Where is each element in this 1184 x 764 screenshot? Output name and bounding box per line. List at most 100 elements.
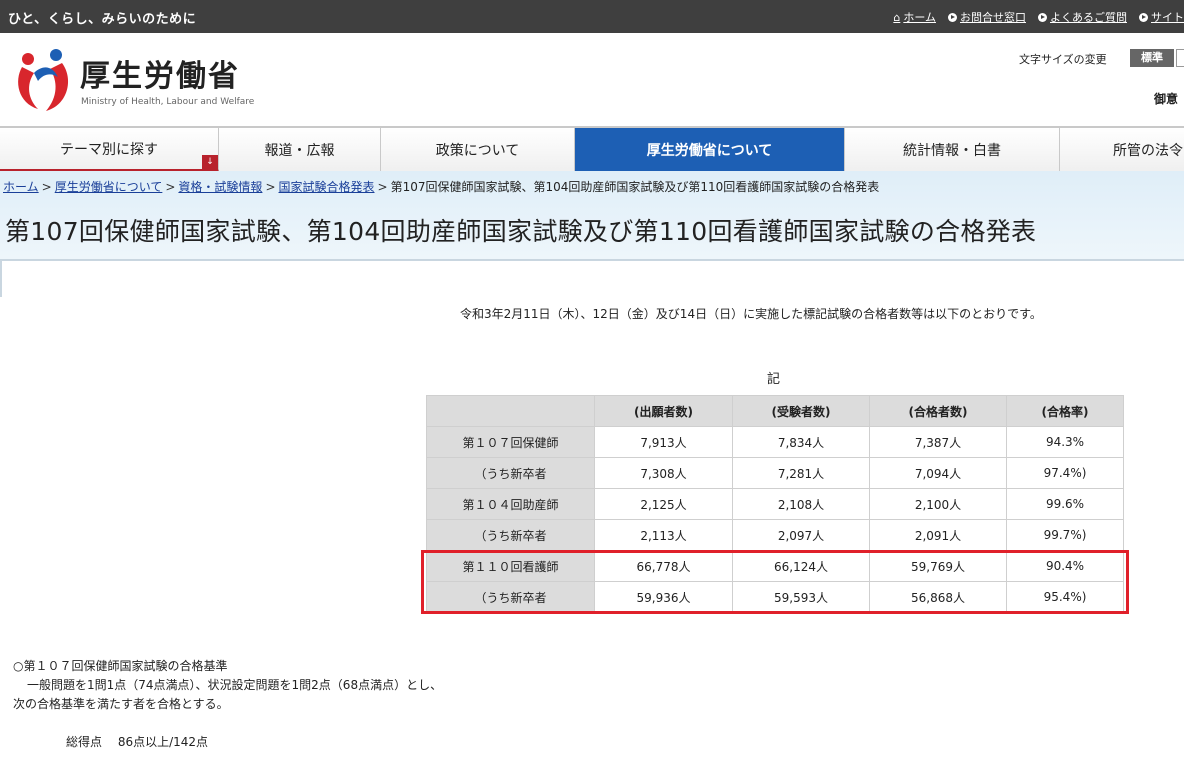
- top-link-contact[interactable]: お問合せ窓口: [948, 9, 1026, 25]
- font-size-label: 文字サイズの変更: [1019, 53, 1107, 66]
- ki-label: 記: [767, 372, 781, 387]
- breadcrumb-current: 第107回保健師国家試験、第104回助産師国家試験及び第110回看護師国家試験の…: [390, 180, 880, 194]
- cell-passers: 7,094人: [869, 457, 1007, 489]
- breadcrumb-about[interactable]: 厚生労働省について: [55, 180, 163, 194]
- table-header-pass-rate: (合格率): [1006, 395, 1124, 427]
- cell-examinees: 59,593人: [732, 581, 870, 613]
- nav-laws[interactable]: 所管の法令: [1060, 128, 1184, 172]
- nav-statistics-label: 統計情報・白書: [903, 143, 1001, 159]
- table-header-passers: (合格者数): [869, 395, 1007, 427]
- row-label: （うち新卒者: [426, 457, 595, 489]
- table-header-empty: [426, 395, 595, 427]
- nav-statistics[interactable]: 統計情報・白書: [845, 128, 1060, 172]
- arrow-circle-icon: [1139, 12, 1148, 22]
- arrow-circle-icon: [1038, 12, 1047, 22]
- cell-applicants: 7,913人: [594, 426, 733, 458]
- table-row: （うち新卒者 2,113人 2,097人 2,091人 99.7%): [426, 519, 1124, 551]
- cell-passers: 2,100人: [869, 488, 1007, 520]
- top-link-contact-label: お問合せ窓口: [960, 11, 1026, 24]
- breadcrumb-qualification[interactable]: 資格・試験情報: [178, 180, 262, 194]
- nav-theme-label: テーマ別に探す: [60, 141, 158, 158]
- cell-pass-rate: 95.4%): [1006, 581, 1124, 613]
- nav-about-label: 厚生労働省について: [646, 143, 773, 159]
- criteria-block: ○第１０７回保健師国家試験の合格基準 一般問題を1問1点（74点満点）、状況設定…: [13, 657, 442, 714]
- table-row: （うち新卒者 59,936人 59,593人 56,868人 95.4%): [426, 581, 1124, 613]
- cell-passers: 56,868人: [869, 581, 1007, 613]
- nav-press[interactable]: 報道・広報: [219, 128, 381, 172]
- cell-examinees: 2,108人: [732, 488, 870, 520]
- global-nav: テーマ別に探す ↓ 報道・広報 政策について 厚生労働省について 統計情報・白書…: [0, 126, 1184, 173]
- breadcrumb-separator: >: [165, 180, 176, 194]
- cell-pass-rate: 90.4%: [1006, 550, 1124, 582]
- breadcrumb-separator: >: [377, 180, 388, 194]
- logo-text-en: Ministry of Health, Labour and Welfare: [81, 97, 255, 107]
- mhlw-logo-icon[interactable]: [12, 47, 74, 113]
- criteria-heading: ○第１０７回保健師国家試験の合格基準: [13, 659, 228, 673]
- top-link-faq-label: よくあるご質問: [1050, 11, 1127, 24]
- page-title: 第107回保健師国家試験、第104回助産師国家試験及び第110回看護師国家試験の…: [5, 217, 1037, 246]
- font-size-large-button[interactable]: [1176, 49, 1184, 67]
- row-label: （うち新卒者: [426, 581, 595, 613]
- nav-theme[interactable]: テーマ別に探す ↓: [0, 128, 219, 172]
- breadcrumb: ホーム > 厚生労働省について > 資格・試験情報 > 国家試験合格発表 > 第107回保健師国…: [3, 178, 879, 195]
- top-link-home[interactable]: ⌂ ホーム: [893, 9, 936, 25]
- dropdown-arrow-icon: ↓: [202, 155, 218, 169]
- cell-pass-rate: 99.6%: [1006, 488, 1124, 520]
- cell-applicants: 2,125人: [594, 488, 733, 520]
- cell-examinees: 66,124人: [732, 550, 870, 582]
- nav-policy[interactable]: 政策について: [381, 128, 575, 172]
- breadcrumb-separator: >: [41, 180, 52, 194]
- cell-applicants: 66,778人: [594, 550, 733, 582]
- cell-passers: 2,091人: [869, 519, 1007, 551]
- breadcrumb-separator: >: [265, 180, 276, 194]
- cell-applicants: 59,936人: [594, 581, 733, 613]
- row-label: （うち新卒者: [426, 519, 595, 551]
- content-frame: [0, 259, 1184, 297]
- site-header: 厚生労働省 Ministry of Health, Labour and Wel…: [0, 33, 1184, 126]
- cell-passers: 59,769人: [869, 550, 1007, 582]
- criteria-line-2: 次の合格基準を満たす者を合格とする。: [13, 697, 229, 711]
- table-header-row: (出願者数) (受験者数) (合格者数) (合格率): [426, 395, 1124, 427]
- row-label: 第１０７回保健師: [426, 426, 595, 458]
- cell-examinees: 7,281人: [732, 457, 870, 489]
- top-links: ⌂ ホーム お問合せ窓口 よくあるご質問 サイト: [893, 9, 1184, 25]
- table-row: （うち新卒者 7,308人 7,281人 7,094人 97.4%): [426, 457, 1124, 489]
- nav-press-label: 報道・広報: [264, 143, 335, 159]
- intro-text: 令和3年2月11日（木）、12日（金）及び14日（日）に実施した標記試験の合格者…: [460, 307, 1042, 321]
- cell-applicants: 2,113人: [594, 519, 733, 551]
- arrow-circle-icon: [948, 12, 957, 22]
- home-icon: ⌂: [893, 10, 901, 24]
- top-link-faq[interactable]: よくあるご質問: [1038, 9, 1127, 25]
- table-row: 第１０７回保健師 7,913人 7,834人 7,387人 94.3%: [426, 426, 1124, 458]
- cell-pass-rate: 97.4%): [1006, 457, 1124, 489]
- criteria-line-1: 一般問題を1問1点（74点満点）、状況設定問題を1問2点（68点満点）とし、: [27, 678, 443, 692]
- table-row: 第１１０回看護師 66,778人 66,124人 59,769人 90.4%: [426, 550, 1124, 582]
- cell-examinees: 2,097人: [732, 519, 870, 551]
- cell-examinees: 7,834人: [732, 426, 870, 458]
- top-link-home-label: ホーム: [903, 11, 936, 24]
- row-label: 第１０４回助産師: [426, 488, 595, 520]
- tagline: ひと、くらし、みらいのために: [8, 12, 197, 27]
- top-link-site-label: サイト: [1151, 11, 1184, 24]
- opinion-link[interactable]: 御意: [1154, 90, 1178, 107]
- logo-text-jp[interactable]: 厚生労働省: [80, 51, 240, 95]
- breadcrumb-home[interactable]: ホーム: [3, 180, 39, 194]
- nav-about[interactable]: 厚生労働省について: [575, 128, 845, 172]
- nav-policy-label: 政策について: [435, 143, 520, 159]
- results-table: (出願者数) (受験者数) (合格者数) (合格率) 第１０７回保健師 7,91…: [426, 395, 1124, 613]
- font-size-standard-button[interactable]: 標準: [1130, 49, 1174, 67]
- title-band: ホーム > 厚生労働省について > 資格・試験情報 > 国家試験合格発表 > 第107回保健師国…: [0, 171, 1184, 259]
- row-label: 第１１０回看護師: [426, 550, 595, 582]
- table-header-examinees: (受験者数): [732, 395, 870, 427]
- cell-applicants: 7,308人: [594, 457, 733, 489]
- table-row: 第１０４回助産師 2,125人 2,108人 2,100人 99.6%: [426, 488, 1124, 520]
- table-header-applicants: (出願者数): [594, 395, 733, 427]
- top-link-site[interactable]: サイト: [1139, 9, 1184, 25]
- cell-passers: 7,387人: [869, 426, 1007, 458]
- top-bar: ひと、くらし、みらいのために ⌂ ホーム お問合せ窓口 よくあるご質問 サイト: [0, 0, 1184, 33]
- cell-pass-rate: 99.7%): [1006, 519, 1124, 551]
- cell-pass-rate: 94.3%: [1006, 426, 1124, 458]
- nav-laws-label: 所管の法令: [1113, 143, 1183, 159]
- criteria-total: 総得点 86点以上/142点: [66, 735, 209, 749]
- breadcrumb-exam-results[interactable]: 国家試験合格発表: [279, 180, 375, 194]
